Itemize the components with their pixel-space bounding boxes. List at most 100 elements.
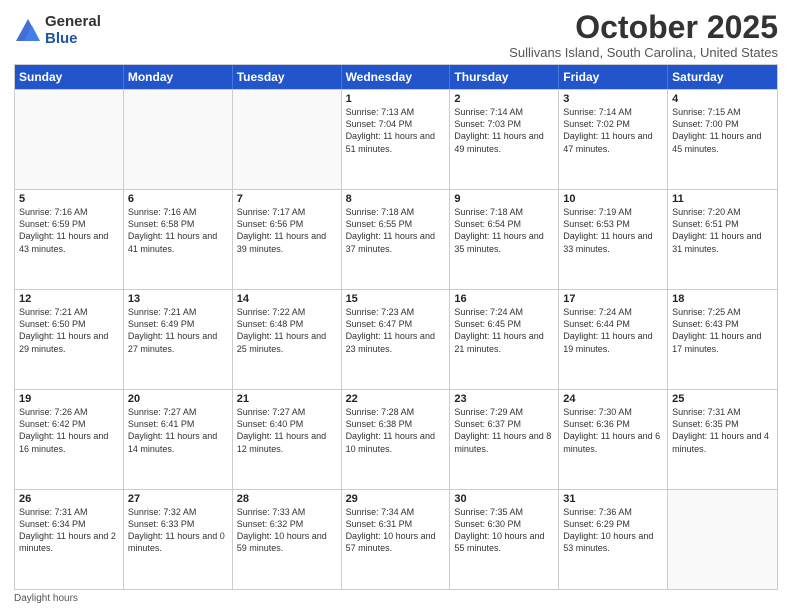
- cell-day-number: 15: [346, 293, 446, 305]
- calendar-cell-15: 15Sunrise: 7:23 AM Sunset: 6:47 PM Dayli…: [342, 290, 451, 389]
- logo: General Blue: [14, 14, 101, 47]
- cell-day-number: 17: [563, 293, 663, 305]
- calendar-cell-23: 23Sunrise: 7:29 AM Sunset: 6:37 PM Dayli…: [450, 390, 559, 489]
- cell-day-number: 11: [672, 193, 773, 205]
- cell-info: Sunrise: 7:27 AM Sunset: 6:40 PM Dayligh…: [237, 406, 337, 455]
- calendar-cell-27: 27Sunrise: 7:32 AM Sunset: 6:33 PM Dayli…: [124, 490, 233, 589]
- header-day-friday: Friday: [559, 65, 668, 89]
- cell-day-number: 2: [454, 93, 554, 105]
- cell-info: Sunrise: 7:16 AM Sunset: 6:58 PM Dayligh…: [128, 206, 228, 255]
- cell-info: Sunrise: 7:23 AM Sunset: 6:47 PM Dayligh…: [346, 306, 446, 355]
- cell-info: Sunrise: 7:33 AM Sunset: 6:32 PM Dayligh…: [237, 506, 337, 555]
- cell-day-number: 9: [454, 193, 554, 205]
- calendar: SundayMondayTuesdayWednesdayThursdayFrid…: [14, 64, 778, 590]
- cell-info: Sunrise: 7:18 AM Sunset: 6:55 PM Dayligh…: [346, 206, 446, 255]
- location-subtitle: Sullivans Island, South Carolina, United…: [509, 45, 778, 60]
- header-day-tuesday: Tuesday: [233, 65, 342, 89]
- calendar-cell-22: 22Sunrise: 7:28 AM Sunset: 6:38 PM Dayli…: [342, 390, 451, 489]
- cell-info: Sunrise: 7:20 AM Sunset: 6:51 PM Dayligh…: [672, 206, 773, 255]
- calendar-cell-29: 29Sunrise: 7:34 AM Sunset: 6:31 PM Dayli…: [342, 490, 451, 589]
- header-day-saturday: Saturday: [668, 65, 777, 89]
- calendar-cell-3: 3Sunrise: 7:14 AM Sunset: 7:02 PM Daylig…: [559, 90, 668, 189]
- cell-day-number: 21: [237, 393, 337, 405]
- calendar-row-5: 26Sunrise: 7:31 AM Sunset: 6:34 PM Dayli…: [15, 489, 777, 589]
- cell-day-number: 25: [672, 393, 773, 405]
- cell-info: Sunrise: 7:25 AM Sunset: 6:43 PM Dayligh…: [672, 306, 773, 355]
- cell-day-number: 8: [346, 193, 446, 205]
- cell-info: Sunrise: 7:30 AM Sunset: 6:36 PM Dayligh…: [563, 406, 663, 455]
- cell-day-number: 20: [128, 393, 228, 405]
- cell-info: Sunrise: 7:18 AM Sunset: 6:54 PM Dayligh…: [454, 206, 554, 255]
- cell-day-number: 28: [237, 493, 337, 505]
- calendar-body: 1Sunrise: 7:13 AM Sunset: 7:04 PM Daylig…: [15, 89, 777, 589]
- cell-info: Sunrise: 7:26 AM Sunset: 6:42 PM Dayligh…: [19, 406, 119, 455]
- calendar-header: SundayMondayTuesdayWednesdayThursdayFrid…: [15, 65, 777, 89]
- cell-info: Sunrise: 7:24 AM Sunset: 6:44 PM Dayligh…: [563, 306, 663, 355]
- calendar-cell-24: 24Sunrise: 7:30 AM Sunset: 6:36 PM Dayli…: [559, 390, 668, 489]
- calendar-cell-10: 10Sunrise: 7:19 AM Sunset: 6:53 PM Dayli…: [559, 190, 668, 289]
- month-title: October 2025: [509, 10, 778, 45]
- cell-info: Sunrise: 7:21 AM Sunset: 6:49 PM Dayligh…: [128, 306, 228, 355]
- logo-text: General Blue: [45, 14, 101, 47]
- title-block: October 2025 Sullivans Island, South Car…: [509, 10, 778, 60]
- cell-day-number: 24: [563, 393, 663, 405]
- cell-info: Sunrise: 7:35 AM Sunset: 6:30 PM Dayligh…: [454, 506, 554, 555]
- calendar-row-1: 1Sunrise: 7:13 AM Sunset: 7:04 PM Daylig…: [15, 89, 777, 189]
- header-day-wednesday: Wednesday: [342, 65, 451, 89]
- calendar-cell-1: 1Sunrise: 7:13 AM Sunset: 7:04 PM Daylig…: [342, 90, 451, 189]
- cell-info: Sunrise: 7:15 AM Sunset: 7:00 PM Dayligh…: [672, 106, 773, 155]
- calendar-cell-13: 13Sunrise: 7:21 AM Sunset: 6:49 PM Dayli…: [124, 290, 233, 389]
- cell-info: Sunrise: 7:19 AM Sunset: 6:53 PM Dayligh…: [563, 206, 663, 255]
- header-day-monday: Monday: [124, 65, 233, 89]
- cell-day-number: 16: [454, 293, 554, 305]
- calendar-cell-28: 28Sunrise: 7:33 AM Sunset: 6:32 PM Dayli…: [233, 490, 342, 589]
- calendar-cell-4: 4Sunrise: 7:15 AM Sunset: 7:00 PM Daylig…: [668, 90, 777, 189]
- calendar-cell-18: 18Sunrise: 7:25 AM Sunset: 6:43 PM Dayli…: [668, 290, 777, 389]
- cell-info: Sunrise: 7:13 AM Sunset: 7:04 PM Dayligh…: [346, 106, 446, 155]
- calendar-row-3: 12Sunrise: 7:21 AM Sunset: 6:50 PM Dayli…: [15, 289, 777, 389]
- calendar-cell-19: 19Sunrise: 7:26 AM Sunset: 6:42 PM Dayli…: [15, 390, 124, 489]
- calendar-cell-12: 12Sunrise: 7:21 AM Sunset: 6:50 PM Dayli…: [15, 290, 124, 389]
- logo-blue: Blue: [45, 31, 101, 48]
- calendar-cell-21: 21Sunrise: 7:27 AM Sunset: 6:40 PM Dayli…: [233, 390, 342, 489]
- calendar-cell-30: 30Sunrise: 7:35 AM Sunset: 6:30 PM Dayli…: [450, 490, 559, 589]
- cell-day-number: 5: [19, 193, 119, 205]
- calendar-cell-17: 17Sunrise: 7:24 AM Sunset: 6:44 PM Dayli…: [559, 290, 668, 389]
- cell-day-number: 26: [19, 493, 119, 505]
- calendar-cell-26: 26Sunrise: 7:31 AM Sunset: 6:34 PM Dayli…: [15, 490, 124, 589]
- cell-info: Sunrise: 7:31 AM Sunset: 6:35 PM Dayligh…: [672, 406, 773, 455]
- footer-note: Daylight hours: [14, 593, 778, 604]
- cell-info: Sunrise: 7:14 AM Sunset: 7:03 PM Dayligh…: [454, 106, 554, 155]
- calendar-cell-5: 5Sunrise: 7:16 AM Sunset: 6:59 PM Daylig…: [15, 190, 124, 289]
- cell-day-number: 23: [454, 393, 554, 405]
- cell-day-number: 31: [563, 493, 663, 505]
- cell-info: Sunrise: 7:31 AM Sunset: 6:34 PM Dayligh…: [19, 506, 119, 555]
- cell-day-number: 1: [346, 93, 446, 105]
- cell-info: Sunrise: 7:36 AM Sunset: 6:29 PM Dayligh…: [563, 506, 663, 555]
- calendar-cell-16: 16Sunrise: 7:24 AM Sunset: 6:45 PM Dayli…: [450, 290, 559, 389]
- calendar-cell-14: 14Sunrise: 7:22 AM Sunset: 6:48 PM Dayli…: [233, 290, 342, 389]
- calendar-cell-empty: [124, 90, 233, 189]
- page: General Blue October 2025 Sullivans Isla…: [0, 0, 792, 612]
- cell-info: Sunrise: 7:24 AM Sunset: 6:45 PM Dayligh…: [454, 306, 554, 355]
- calendar-cell-20: 20Sunrise: 7:27 AM Sunset: 6:41 PM Dayli…: [124, 390, 233, 489]
- calendar-cell-empty: [668, 490, 777, 589]
- calendar-cell-6: 6Sunrise: 7:16 AM Sunset: 6:58 PM Daylig…: [124, 190, 233, 289]
- calendar-cell-empty: [233, 90, 342, 189]
- cell-day-number: 13: [128, 293, 228, 305]
- cell-info: Sunrise: 7:21 AM Sunset: 6:50 PM Dayligh…: [19, 306, 119, 355]
- cell-info: Sunrise: 7:22 AM Sunset: 6:48 PM Dayligh…: [237, 306, 337, 355]
- cell-day-number: 7: [237, 193, 337, 205]
- cell-day-number: 4: [672, 93, 773, 105]
- cell-info: Sunrise: 7:32 AM Sunset: 6:33 PM Dayligh…: [128, 506, 228, 555]
- cell-day-number: 30: [454, 493, 554, 505]
- cell-info: Sunrise: 7:34 AM Sunset: 6:31 PM Dayligh…: [346, 506, 446, 555]
- cell-day-number: 10: [563, 193, 663, 205]
- cell-day-number: 29: [346, 493, 446, 505]
- cell-day-number: 6: [128, 193, 228, 205]
- cell-info: Sunrise: 7:28 AM Sunset: 6:38 PM Dayligh…: [346, 406, 446, 455]
- calendar-row-2: 5Sunrise: 7:16 AM Sunset: 6:59 PM Daylig…: [15, 189, 777, 289]
- cell-day-number: 12: [19, 293, 119, 305]
- cell-day-number: 19: [19, 393, 119, 405]
- calendar-cell-9: 9Sunrise: 7:18 AM Sunset: 6:54 PM Daylig…: [450, 190, 559, 289]
